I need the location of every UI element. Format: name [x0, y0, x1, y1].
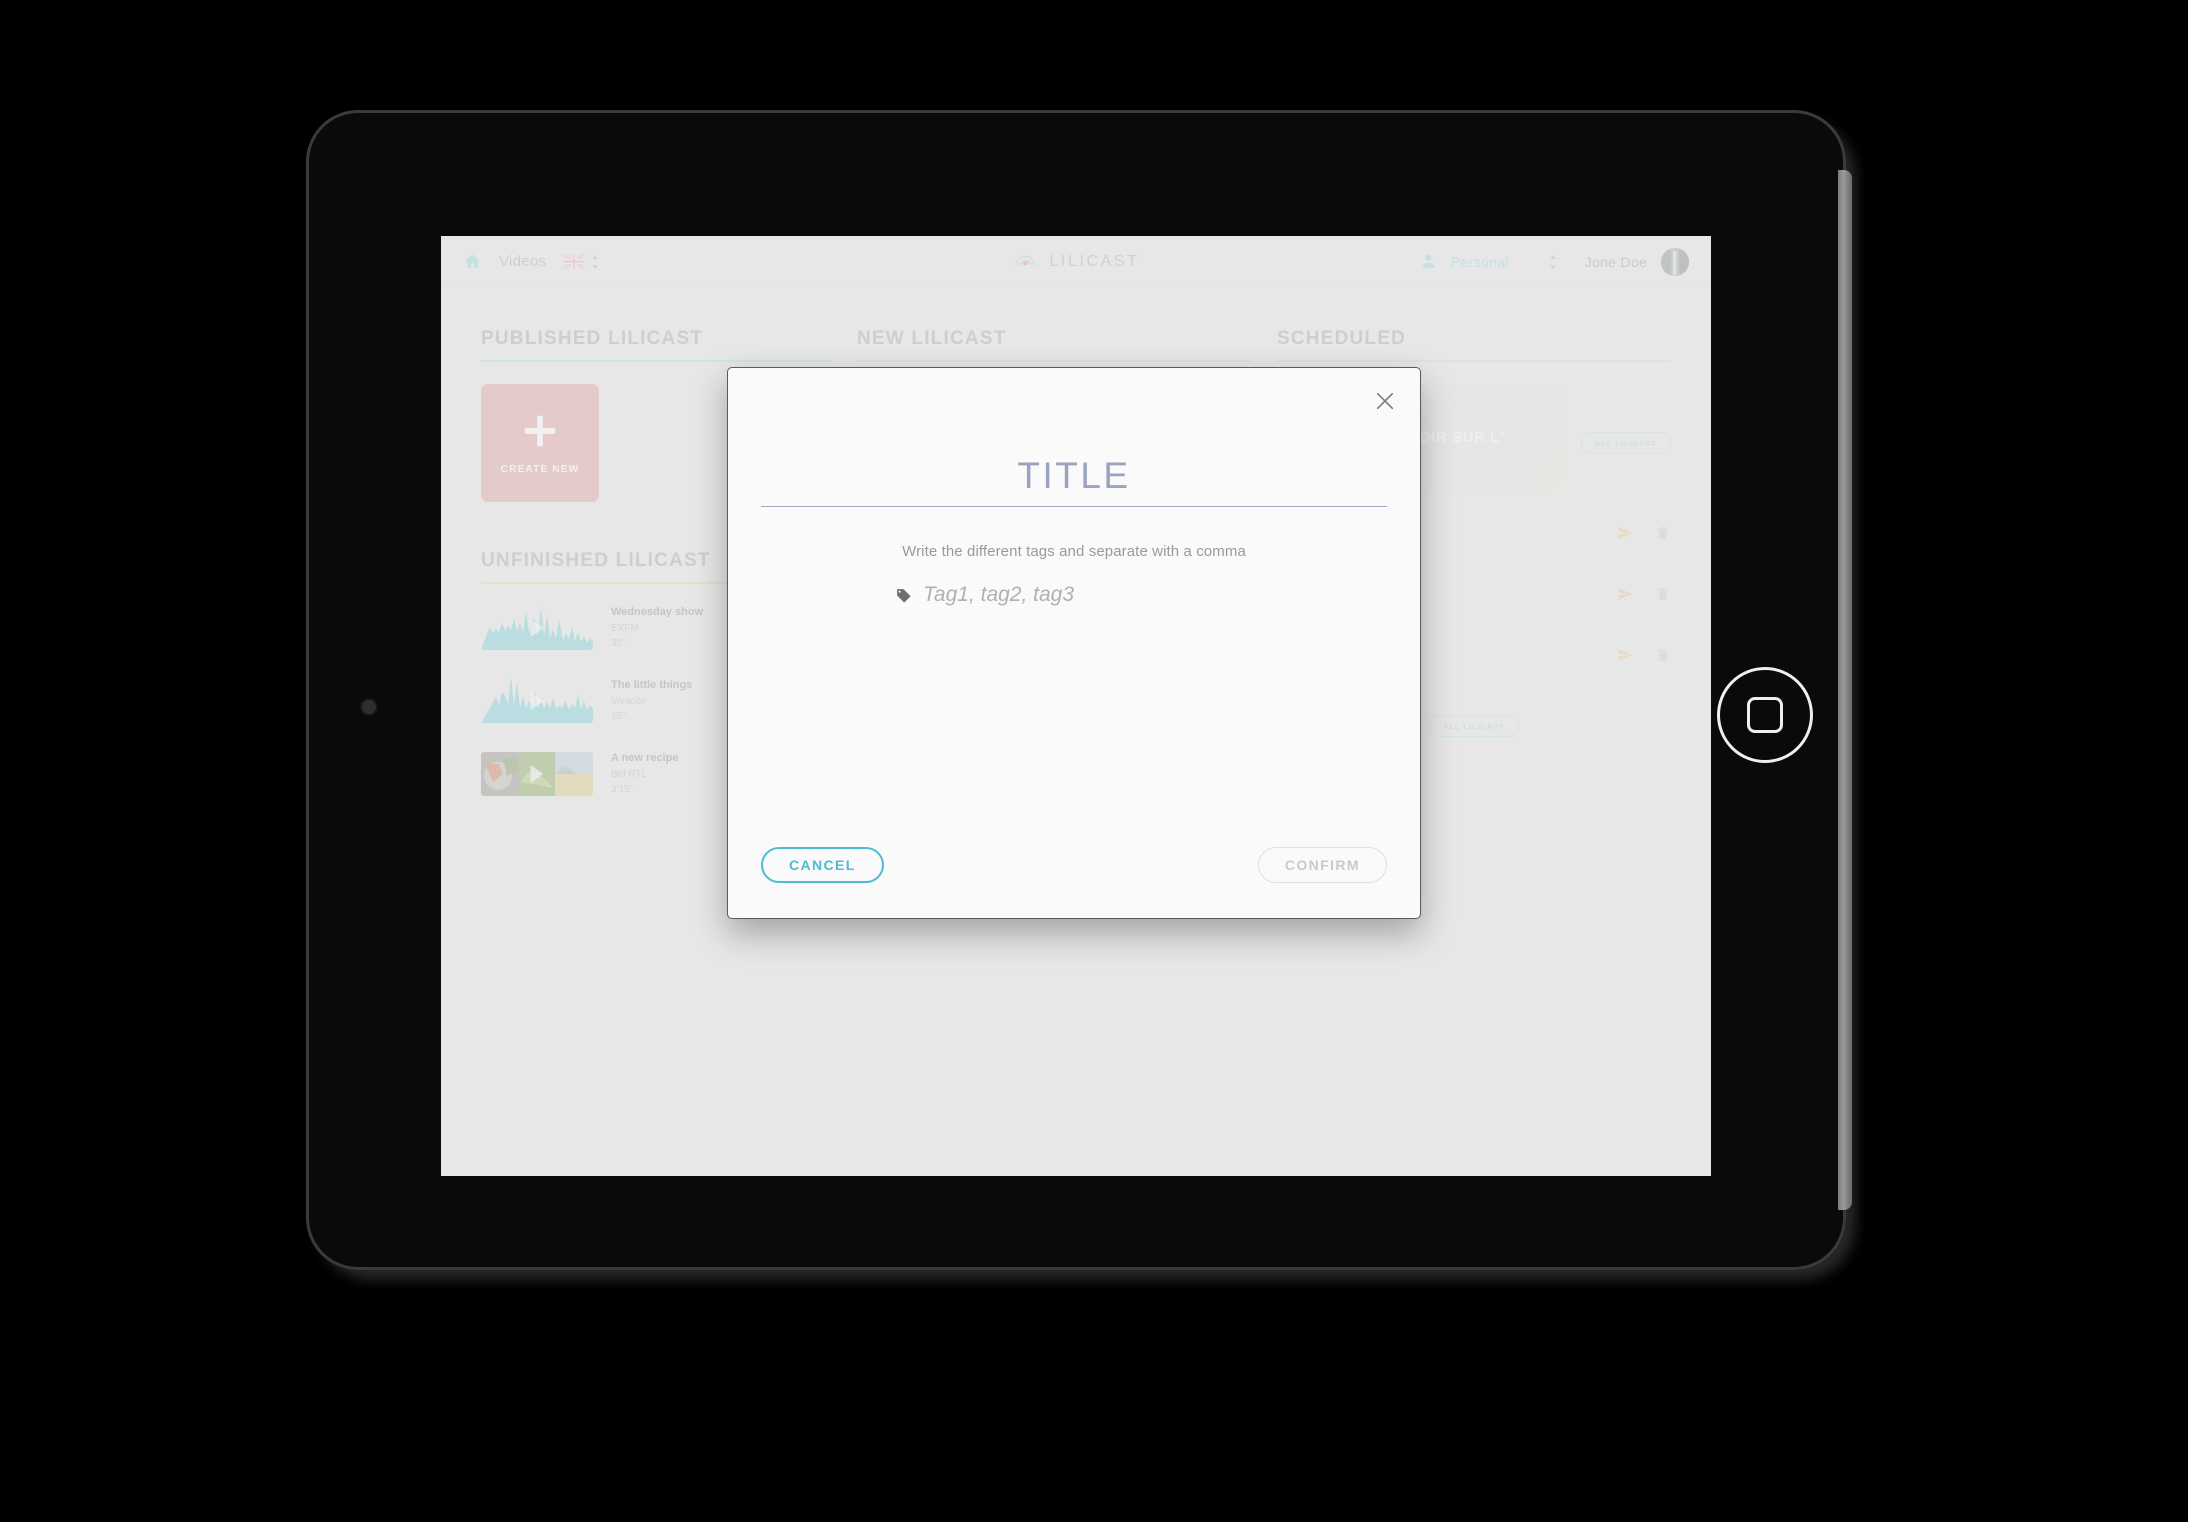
modal-footer: CANCEL CONFIRM: [761, 847, 1387, 883]
title-field: [761, 455, 1387, 507]
tags-input[interactable]: [923, 583, 1253, 607]
front-camera: [362, 700, 376, 714]
cancel-button[interactable]: CANCEL: [761, 847, 884, 883]
tags-help-text: Write the different tags and separate wi…: [902, 543, 1246, 560]
home-button[interactable]: [1717, 667, 1813, 763]
title-input[interactable]: [761, 455, 1387, 497]
confirm-button[interactable]: CONFIRM: [1257, 847, 1387, 883]
device-side-edge: [1838, 170, 1852, 1210]
tags-field: [761, 583, 1387, 607]
tag-icon: [896, 588, 911, 603]
create-lilicast-modal: Write the different tags and separate wi…: [727, 367, 1421, 919]
close-icon[interactable]: [1372, 388, 1398, 414]
